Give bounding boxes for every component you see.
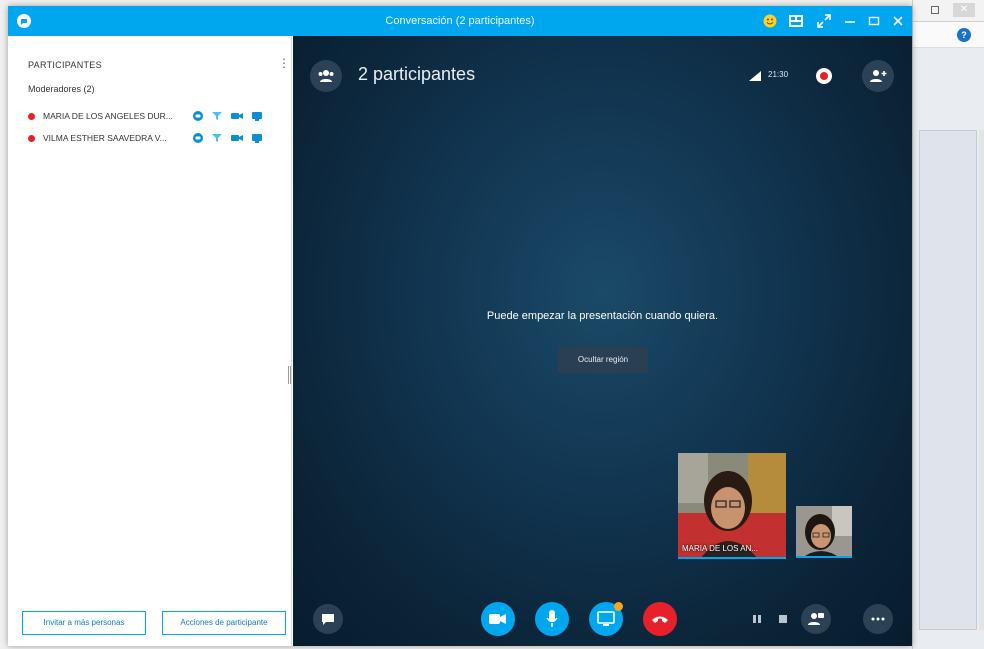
conversation-window: Conversación (2 participantes) PARTICIPA… [8, 6, 912, 646]
background-window-panel [919, 130, 977, 630]
pause-icon[interactable] [747, 609, 767, 629]
moderators-label: Moderadores (2) [28, 84, 95, 94]
skype-icon [17, 14, 31, 28]
window-titlebar: Conversación (2 participantes) [8, 6, 912, 36]
presentation-message: Puede empezar la presentación cuando qui… [486, 310, 719, 322]
notification-dot [614, 602, 623, 611]
call-controls [293, 596, 912, 646]
participant-name: VILMA ESTHER SAAVEDRA V... [43, 133, 167, 143]
participant-actions-button[interactable]: Acciones de participante [162, 611, 286, 635]
background-window: ✕ ? [912, 0, 984, 649]
stop-icon[interactable] [773, 609, 793, 629]
emoji-icon[interactable] [760, 11, 780, 31]
maximize-icon[interactable] [864, 11, 884, 31]
help-icon[interactable]: ? [957, 28, 971, 42]
screen-icon[interactable] [252, 133, 262, 143]
participants-header: PARTICIPANTES [28, 60, 102, 70]
participant-row[interactable]: VILMA ESTHER SAAVEDRA V... [28, 130, 288, 146]
active-speaker-bar [678, 557, 786, 559]
close-icon[interactable] [888, 11, 908, 31]
invite-more-button[interactable]: Invitar a más personas [22, 611, 146, 635]
video-tile-label: MARIA DE LOS AN... [682, 544, 759, 553]
microphone-icon[interactable] [535, 602, 569, 636]
participant-video-icon[interactable] [801, 604, 831, 634]
background-window-titlebar: ✕ [913, 0, 984, 22]
chat-icon[interactable] [193, 133, 203, 143]
screen-icon[interactable] [252, 111, 262, 121]
call-duration: 21:30 [768, 70, 789, 79]
signal-strength-icon [749, 71, 761, 81]
busy-status-icon [28, 134, 35, 142]
more-icon[interactable] [863, 604, 893, 634]
pane-menu-button[interactable]: ⋮ [278, 56, 290, 70]
participant-row[interactable]: MARIA DE LOS ANGELES DUR... [28, 108, 288, 124]
fullscreen-icon[interactable] [814, 11, 834, 31]
self-video-feed [796, 506, 852, 558]
add-participant-icon[interactable] [862, 60, 894, 92]
hide-region-button[interactable]: Ocultar región [558, 347, 648, 373]
pane-splitter[interactable] [288, 366, 291, 384]
video-icon[interactable] [481, 602, 515, 636]
participant-name: MARIA DE LOS ANGELES DUR... [43, 111, 173, 121]
im-icon[interactable] [313, 604, 343, 634]
participants-icon[interactable] [310, 60, 342, 92]
filter-icon[interactable] [212, 111, 222, 121]
background-window-toolbar [913, 22, 984, 48]
meeting-stage: 2 participantes 21:30 Puede empezar la p… [293, 36, 912, 646]
scrollbar[interactable] [979, 130, 984, 630]
busy-status-icon [28, 112, 35, 120]
hangup-icon[interactable] [643, 602, 677, 636]
record-icon[interactable] [816, 68, 832, 84]
participants-count: 2 participantes [358, 64, 476, 84]
restore-icon[interactable] [931, 6, 939, 14]
video-icon[interactable] [231, 112, 243, 120]
participants-footer: Invitar a más personas Acciones de parti… [22, 611, 292, 637]
share-screen-icon[interactable] [589, 602, 623, 636]
video-icon[interactable] [231, 134, 243, 142]
self-video-tile[interactable] [796, 506, 852, 558]
chat-icon[interactable] [193, 111, 203, 121]
filter-icon[interactable] [212, 133, 222, 143]
participants-pane: PARTICIPANTES ⋮ Moderadores (2) MARIA DE… [8, 36, 292, 646]
desktop: ✕ ? Conversación (2 participantes) PARTI… [0, 0, 984, 649]
participant-video-tile[interactable]: MARIA DE LOS AN... [678, 453, 786, 559]
minimize-icon[interactable] [840, 11, 860, 31]
self-video-bar [796, 556, 852, 558]
close-icon[interactable]: ✕ [953, 3, 975, 17]
layout-icon[interactable] [786, 11, 806, 31]
